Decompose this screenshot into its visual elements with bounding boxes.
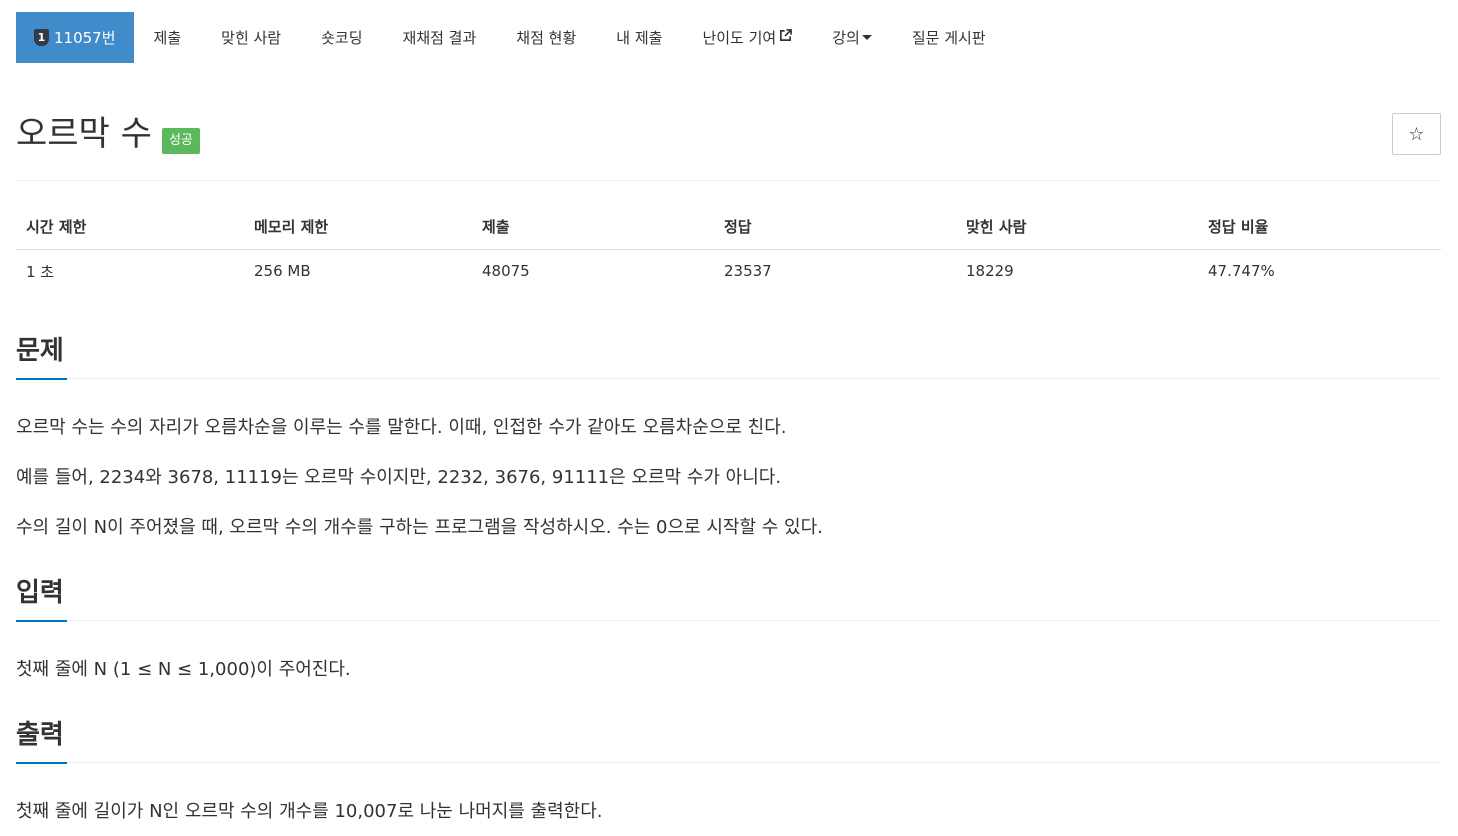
section-underline xyxy=(16,620,67,622)
nav-submit[interactable]: 제출 xyxy=(134,12,202,63)
external-link-icon xyxy=(779,29,793,46)
value-submissions: 48075 xyxy=(482,262,530,281)
nav-solved-users-label: 맞힌 사람 xyxy=(221,29,282,47)
table-header-row: 시간 제한 메모리 제한 제출 정답 맞힌 사람 정답 비율 xyxy=(16,205,1441,250)
value-memory-limit: 256 MB xyxy=(254,262,311,281)
nav-judge-status-label: 채점 현황 xyxy=(516,29,577,47)
output-paragraph: 첫째 줄에 길이가 N인 오르막 수의 개수를 10,007로 나눈 나머지를 … xyxy=(16,801,603,822)
value-accepted: 23537 xyxy=(724,262,772,281)
problem-info-table: 시간 제한 메모리 제한 제출 정답 맞힌 사람 정답 비율 1 초 256 M… xyxy=(16,205,1441,293)
nav-rejudge-results[interactable]: 재채점 결과 xyxy=(383,12,497,63)
value-solved-users: 18229 xyxy=(966,262,1014,281)
nav-my-submissions-label: 내 제출 xyxy=(616,29,663,47)
nav-qna-board[interactable]: 질문 게시판 xyxy=(892,12,1006,63)
nav-difficulty-label: 난이도 기여 xyxy=(702,29,777,47)
header-submissions: 제출 xyxy=(472,205,714,250)
section-divider xyxy=(16,378,1441,379)
section-underline xyxy=(16,378,67,380)
nav-lectures-label: 강의 xyxy=(832,29,860,47)
value-accept-ratio: 47.747% xyxy=(1208,262,1275,281)
section-underline xyxy=(16,762,67,764)
caret-down-icon xyxy=(861,35,872,40)
header-accept-ratio: 정답 비율 xyxy=(1198,205,1441,250)
title-divider xyxy=(16,180,1441,181)
section-divider xyxy=(16,620,1441,621)
nav-problem-number[interactable]: 1 11057번 xyxy=(16,12,134,63)
value-time-limit: 1 초 xyxy=(26,262,55,281)
nav-my-submissions[interactable]: 내 제출 xyxy=(596,12,682,63)
nav-solved-users[interactable]: 맞힌 사람 xyxy=(201,12,301,63)
status-badge: 성공 xyxy=(161,128,200,154)
section-divider xyxy=(16,762,1441,763)
header-solved-users: 맞힌 사람 xyxy=(956,205,1198,250)
section-title-problem: 문제 xyxy=(16,336,64,366)
nav-qna-label: 질문 게시판 xyxy=(911,29,986,47)
problem-nav: 1 11057번 제출 맞힌 사람 숏코딩 재채점 결과 채점 현황 내 제출 … xyxy=(16,12,1006,63)
problem-paragraph: 수의 길이 N이 주어졌을 때, 오르막 수의 개수를 구하는 프로그램을 작성… xyxy=(16,517,823,538)
problem-number-label: 11057번 xyxy=(54,29,116,47)
nav-judge-status[interactable]: 채점 현황 xyxy=(496,12,596,63)
section-title-output: 출력 xyxy=(16,720,64,750)
input-paragraph: 첫째 줄에 N (1 ≤ N ≤ 1,000)이 주어진다. xyxy=(16,659,351,680)
nav-short-coding[interactable]: 숏코딩 xyxy=(301,12,382,63)
problem-paragraph: 예를 들어, 2234와 3678, 11119는 오르막 수이지만, 2232… xyxy=(16,467,782,488)
header-memory-limit: 메모리 제한 xyxy=(244,205,472,250)
nav-rejudge-label: 재채점 결과 xyxy=(402,29,477,47)
tier-badge-icon: 1 xyxy=(34,29,49,46)
nav-submit-label: 제출 xyxy=(153,29,182,47)
header-time-limit: 시간 제한 xyxy=(16,205,244,250)
nav-lectures-dropdown[interactable]: 강의 xyxy=(812,12,892,63)
nav-difficulty-contribution[interactable]: 난이도 기여 xyxy=(682,12,812,63)
title-row: 오르막 수 성공 xyxy=(16,112,200,156)
problem-paragraph: 오르막 수는 수의 자리가 오름차순을 이루는 수를 말한다. 이때, 인접한 … xyxy=(16,417,787,438)
favorite-button[interactable]: ☆ xyxy=(1392,113,1441,155)
header-accepted: 정답 xyxy=(714,205,956,250)
section-title-input: 입력 xyxy=(16,578,64,608)
star-icon: ☆ xyxy=(1408,123,1425,145)
nav-short-coding-label: 숏코딩 xyxy=(321,29,363,47)
page-title: 오르막 수 xyxy=(16,114,152,154)
table-row: 1 초 256 MB 48075 23537 18229 47.747% xyxy=(16,249,1441,293)
